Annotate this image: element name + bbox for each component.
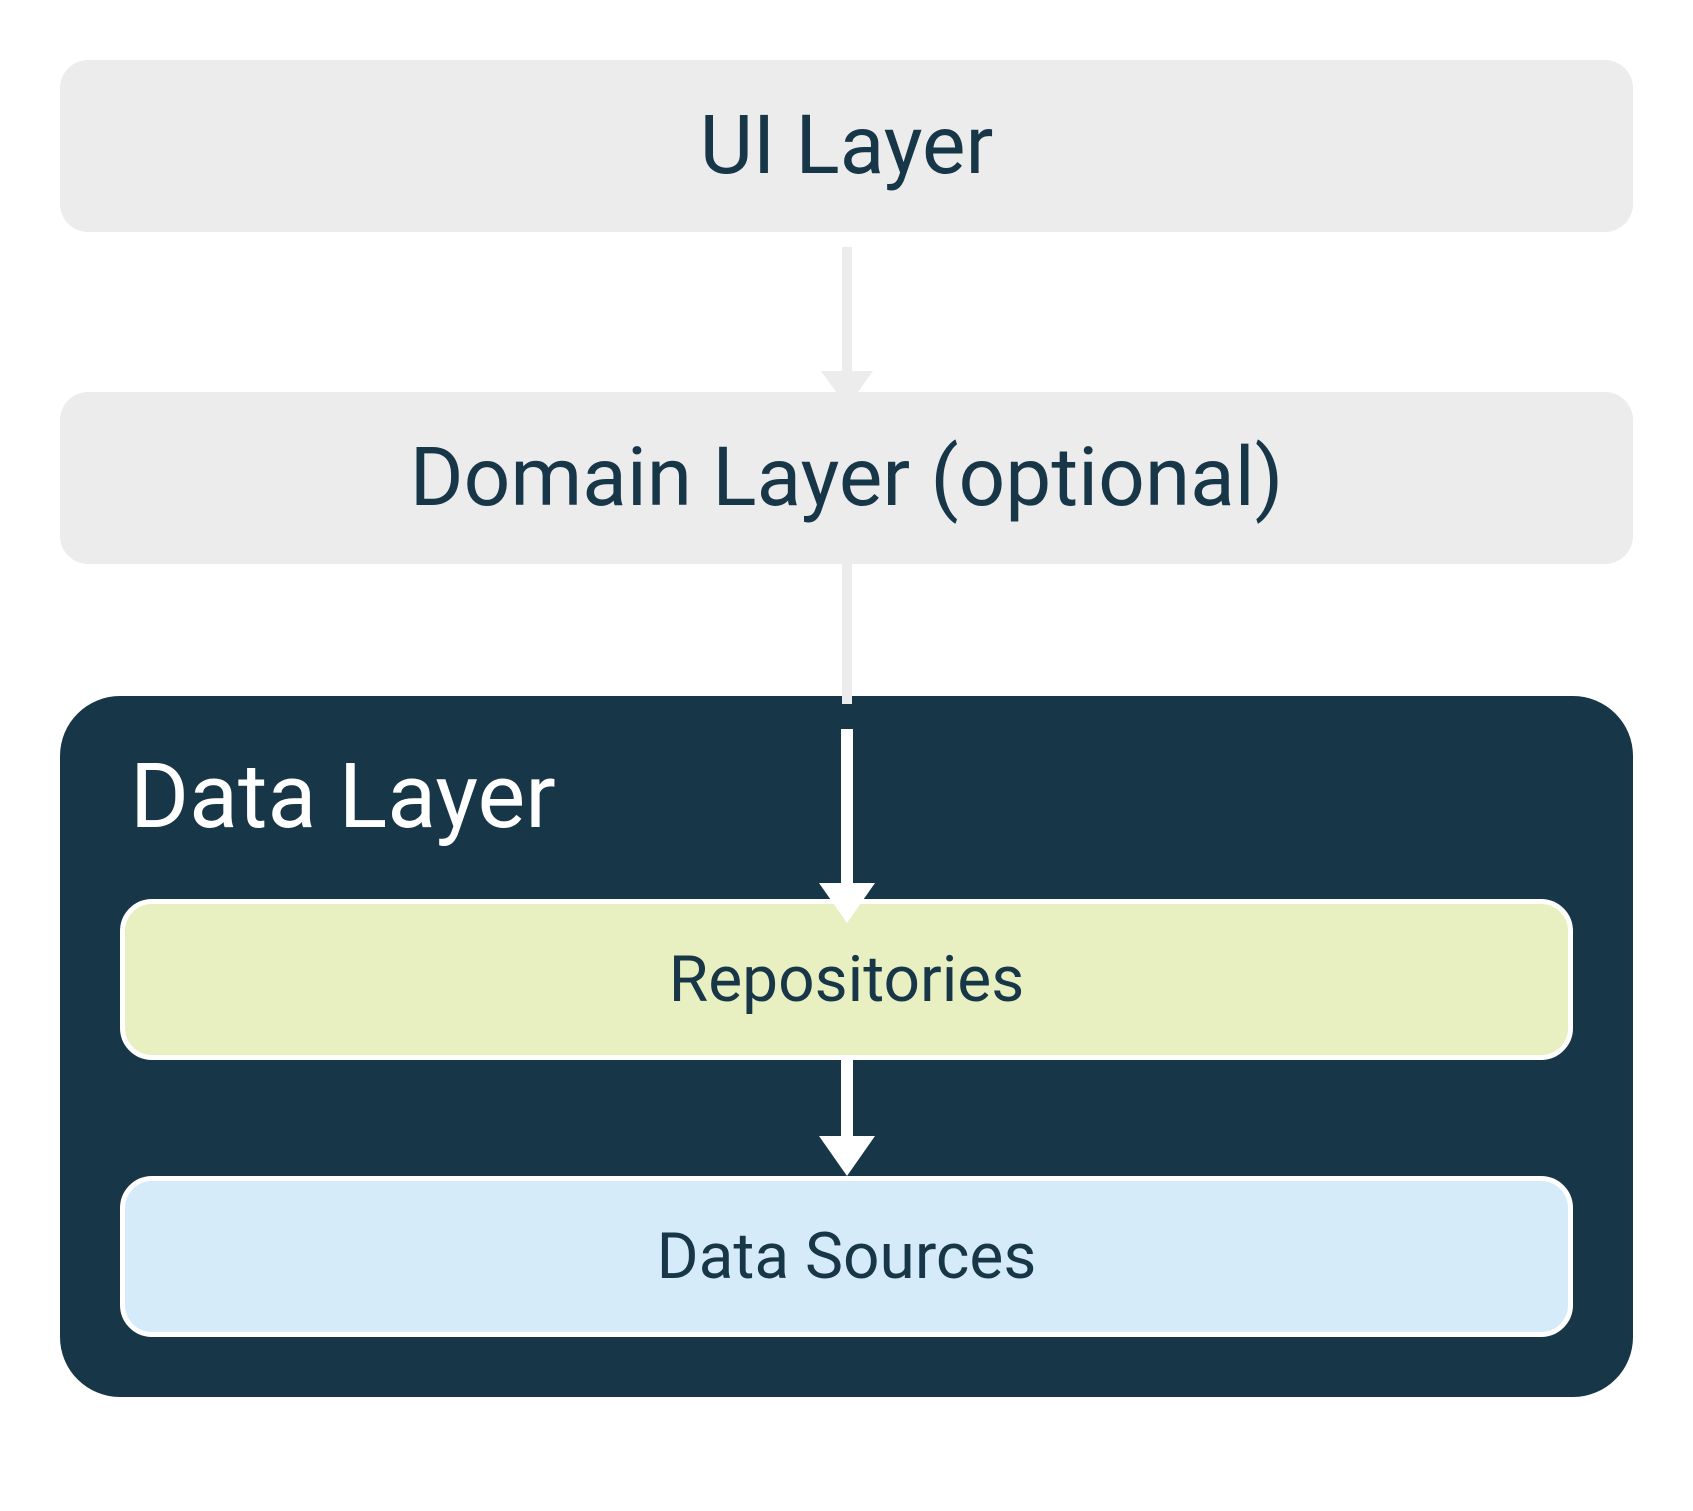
arrow-down-icon	[842, 564, 852, 704]
domain-layer-label: Domain Layer (optional)	[410, 430, 1284, 526]
arrow-domain-to-data-spacer	[60, 564, 1633, 704]
repositories-box: Repositories	[120, 899, 1573, 1060]
data-sources-label: Data Sources	[657, 1219, 1037, 1294]
domain-layer-box: Domain Layer (optional)	[60, 392, 1633, 564]
arrow-down-icon	[841, 729, 853, 889]
repositories-label: Repositories	[669, 942, 1024, 1017]
ui-layer-label: UI Layer	[700, 98, 994, 194]
data-sources-box: Data Sources	[120, 1176, 1573, 1337]
data-layer-content: Repositories Data Sources	[120, 859, 1573, 1337]
data-layer-container: Data Layer Repositories Data Sources	[60, 696, 1633, 1397]
ui-layer-box: UI Layer	[60, 60, 1633, 232]
arrow-ui-to-domain	[842, 232, 852, 392]
arrow-down-icon	[841, 1060, 853, 1140]
diagram-top-section: UI Layer Domain Layer (optional)	[60, 60, 1633, 704]
arrow-down-icon	[842, 247, 852, 377]
